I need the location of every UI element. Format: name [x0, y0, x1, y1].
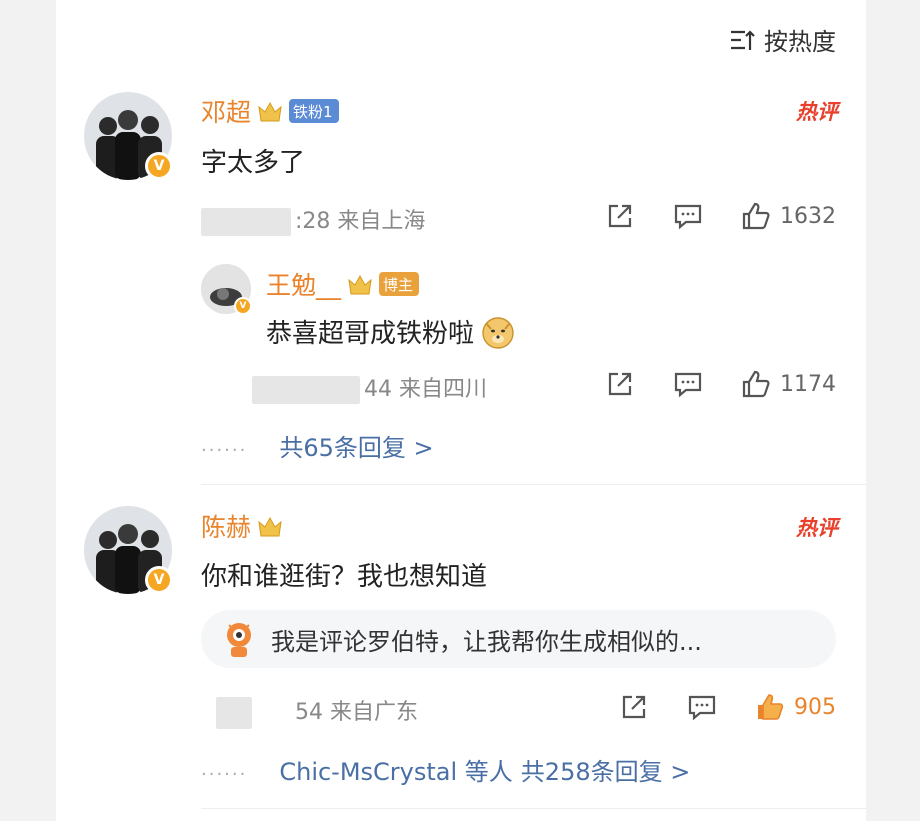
- comment-text: 你和谁逛街？我也想知道: [201, 562, 488, 592]
- comment-location: 来自上海: [337, 209, 426, 234]
- share-button[interactable]: [604, 368, 636, 400]
- blurred-time: [201, 208, 291, 236]
- comment-time: :28: [295, 209, 331, 234]
- hot-comment-badge: 热评: [796, 516, 838, 540]
- share-icon: [608, 372, 632, 396]
- comment-time: 54: [295, 700, 323, 725]
- view-replies-link[interactable]: ...... 共65条回复 >: [201, 428, 434, 463]
- comment-location: 来自广东: [330, 700, 419, 725]
- share-icon: [608, 204, 632, 228]
- reply-button[interactable]: [672, 200, 704, 232]
- view-replies-link[interactable]: ...... Chic-MsCrystal 等人 共258条回复 >: [201, 752, 690, 787]
- reply-text-content: 恭喜超哥成铁粉啦: [266, 319, 475, 349]
- reply-button[interactable]: [686, 691, 718, 723]
- author-name: 陈赫: [201, 513, 252, 542]
- crown-icon: [258, 516, 282, 537]
- reply-text: 恭喜超哥成铁粉啦: [266, 313, 516, 350]
- fan-badge: 铁粉1: [289, 99, 339, 123]
- thumbs-up-icon: [742, 370, 770, 398]
- dots: ......: [201, 759, 248, 780]
- comment-panel: 按热度 V 邓超 铁粉1 热评 字太多了 :28 来自上海 1632 V 王勉_…: [56, 0, 866, 821]
- verified-icon: V: [145, 152, 173, 180]
- divider: [201, 484, 866, 485]
- comment-meta: :28 来自上海: [201, 203, 425, 236]
- doge-emoji-icon: [482, 316, 514, 349]
- comment-author[interactable]: 陈赫: [201, 508, 283, 544]
- reply-location: 来自四川: [399, 377, 488, 402]
- like-count: 905: [794, 694, 836, 720]
- comment-actions: 1632: [604, 200, 836, 232]
- dots: ......: [201, 435, 248, 456]
- sort-by-heat-button[interactable]: 按热度: [728, 22, 836, 57]
- share-button[interactable]: [618, 691, 650, 723]
- sort-label: 按热度: [764, 28, 836, 56]
- thumbs-up-filled-icon: [758, 694, 784, 720]
- verified-icon: V: [145, 566, 173, 594]
- reply-meta: 44 来自四川: [252, 371, 487, 404]
- left-margin: [0, 0, 56, 821]
- replying-users: Chic-MsCrystal 等人: [279, 758, 513, 786]
- blurred-time: [252, 376, 360, 404]
- like-button[interactable]: 905: [754, 691, 836, 723]
- reply-button[interactable]: [672, 368, 704, 400]
- like-button[interactable]: 1174: [740, 368, 836, 400]
- replies-count: 共65条回复 >: [279, 434, 434, 462]
- robot-icon: [227, 623, 251, 657]
- like-count: 1174: [780, 371, 836, 397]
- hot-comment-badge: 热评: [796, 100, 838, 124]
- comment-icon: [688, 695, 716, 721]
- share-button[interactable]: [604, 200, 636, 232]
- blurred-time: [216, 697, 252, 729]
- comment-text: 字太多了: [201, 148, 306, 178]
- sort-icon: [731, 29, 755, 50]
- share-icon: [622, 695, 646, 719]
- divider: [201, 808, 866, 809]
- reply-time: 44: [364, 377, 392, 402]
- replies-count: 共258条回复 >: [520, 758, 691, 786]
- reply-author[interactable]: 王勉__ 博主: [266, 266, 420, 302]
- like-count: 1632: [780, 203, 836, 229]
- comment-icon: [674, 204, 702, 230]
- right-margin: [866, 0, 920, 821]
- comment-actions: 905: [618, 691, 836, 723]
- like-button[interactable]: 1632: [740, 200, 836, 232]
- reply-author-name: 王勉__: [266, 271, 342, 300]
- bot-text: 我是评论罗伯特，让我帮你生成相似的...: [271, 627, 702, 656]
- author-badge: 博主: [379, 272, 420, 296]
- author-name: 邓超: [201, 98, 252, 127]
- reply-verified-icon: V: [234, 297, 252, 315]
- comment-bot-suggestion[interactable]: 我是评论罗伯特，让我帮你生成相似的...: [201, 610, 836, 668]
- reply-actions: 1174: [604, 368, 836, 400]
- crown-icon: [258, 101, 282, 122]
- comment-meta: 54 来自广东: [216, 694, 418, 729]
- comment-author[interactable]: 邓超 铁粉1: [201, 93, 339, 129]
- comment-icon: [674, 372, 702, 398]
- crown-icon: [348, 274, 372, 295]
- thumbs-up-icon: [742, 202, 770, 230]
